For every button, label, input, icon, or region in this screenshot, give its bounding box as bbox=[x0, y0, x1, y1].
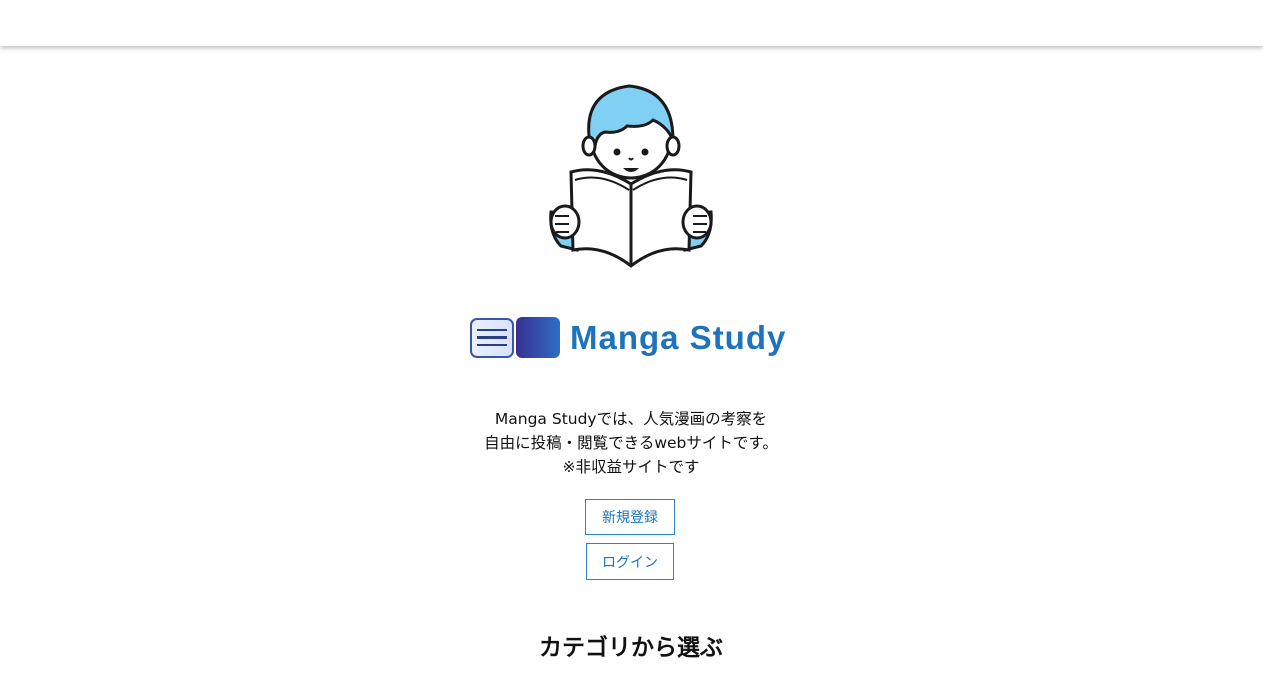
site-description: Manga Studyでは、人気漫画の考察を 自由に投稿・閲覧できるwebサイト… bbox=[431, 407, 831, 479]
description-line: Manga Studyでは、人気漫画の考察を bbox=[494, 410, 768, 428]
non-profit-note: ※非収益サイトです bbox=[562, 458, 700, 476]
category-section-title: カテゴリから選ぶ bbox=[539, 635, 723, 661]
hamburger-menu-icon[interactable] bbox=[470, 317, 514, 358]
logo-mark bbox=[516, 317, 560, 358]
logo-text: Manga Study bbox=[570, 319, 787, 356]
register-button[interactable]: 新規登録 bbox=[585, 499, 675, 535]
login-button[interactable]: ログイン bbox=[586, 543, 674, 580]
boy-reading-illustration bbox=[549, 84, 713, 270]
brand-logo: Manga Study bbox=[470, 316, 786, 359]
description-line: 自由に投稿・閲覧できるwebサイトです。 bbox=[484, 434, 778, 452]
top-header-bar bbox=[0, 0, 1263, 46]
